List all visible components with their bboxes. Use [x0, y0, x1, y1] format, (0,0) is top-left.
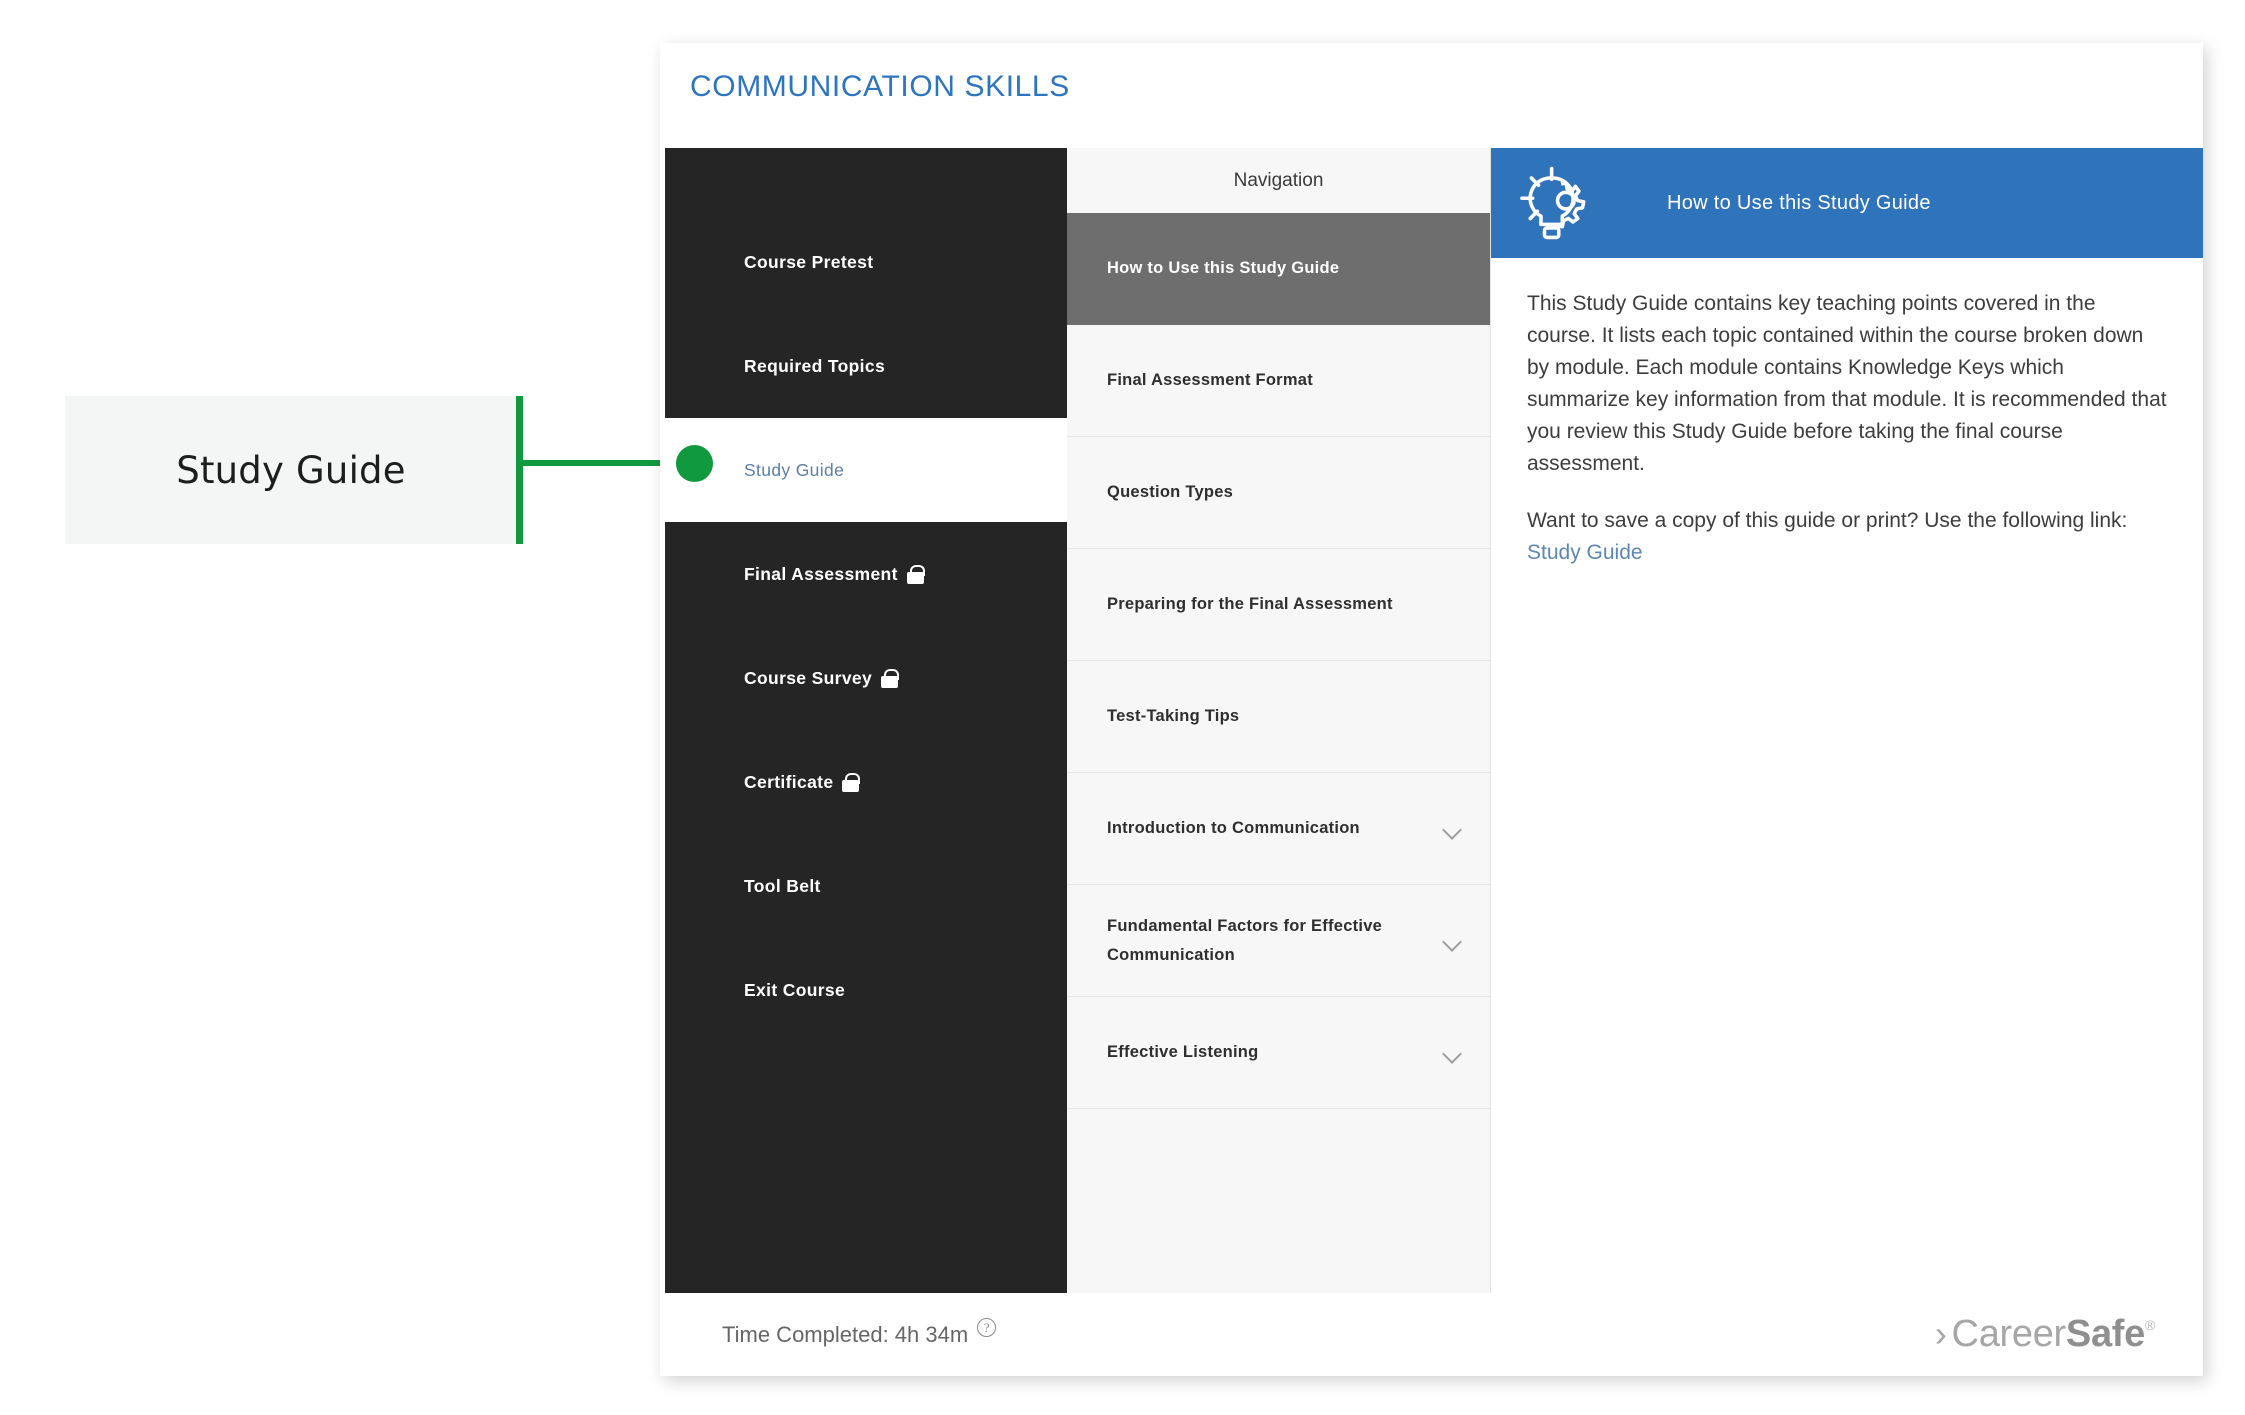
- sidebar-item-label: Certificate: [744, 771, 834, 792]
- content-paragraph-2-text: Want to save a copy of this guide or pri…: [1527, 509, 2128, 533]
- help-icon[interactable]: ?: [977, 1317, 997, 1337]
- sidebar-item-label: Exit Course: [744, 979, 846, 1000]
- course-window: COMMUNICATION SKILLS Course Pretest Requ…: [660, 43, 2203, 1376]
- content-header-title: How to Use this Study Guide: [1667, 191, 1931, 214]
- nav-item-label: Question Types: [1107, 483, 1234, 502]
- content-paragraph-1: This Study Guide contains key teaching p…: [1527, 292, 2167, 475]
- annotation-label: Study Guide: [176, 448, 406, 492]
- time-completed: Time Completed: 4h 34m ?: [722, 1317, 997, 1348]
- lightbulb-gear-icon: [1520, 166, 1586, 240]
- nav-item-final-assessment-format[interactable]: Final Assessment Format: [1067, 325, 1490, 437]
- sidebar-item-study-guide[interactable]: Study Guide: [665, 418, 1067, 522]
- sidebar-item-final-assessment[interactable]: Final Assessment: [665, 522, 1067, 626]
- lock-icon: [881, 668, 900, 688]
- chevron-down-icon[interactable]: [1442, 818, 1464, 840]
- logo-career-text: Career: [1951, 1313, 2067, 1355]
- nav-item-test-taking-tips[interactable]: Test-Taking Tips: [1067, 661, 1490, 773]
- nav-item-how-to-use-this-study-guide[interactable]: How to Use this Study Guide: [1067, 213, 1490, 325]
- nav-item-label: Preparing for the Final Assessment: [1107, 595, 1393, 614]
- chevron-down-icon[interactable]: [1442, 930, 1464, 952]
- annotation-target-dot: [676, 445, 713, 482]
- time-completed-label: Time Completed: 4h 34m: [722, 1321, 969, 1347]
- logo-safe-text: Safe: [2065, 1313, 2145, 1355]
- content-paragraph-2: Want to save a copy of this guide or pri…: [1527, 505, 2167, 569]
- sidebar-item-label: Course Pretest: [744, 251, 874, 272]
- sidebar-item-certificate[interactable]: Certificate: [665, 730, 1067, 834]
- content-body: This Study Guide contains key teaching p…: [1491, 258, 2203, 569]
- nav-item-label: Test-Taking Tips: [1107, 707, 1240, 726]
- nav-item-label: Effective Listening: [1107, 1043, 1259, 1062]
- careersafe-logo: › Career Safe ®: [1935, 1313, 2155, 1356]
- study-guide-link[interactable]: Study Guide: [1527, 541, 1643, 564]
- nav-item-label: Introduction to Communication: [1107, 819, 1360, 838]
- sidebar-item-exit-course[interactable]: Exit Course: [665, 938, 1067, 1042]
- main-body: Course Pretest Required Topics Study Gui…: [665, 148, 2203, 1293]
- navigation-header: Navigation: [1067, 148, 1490, 213]
- sidebar-item-required-topics[interactable]: Required Topics: [665, 314, 1067, 418]
- nav-item-label: How to Use this Study Guide: [1107, 259, 1340, 278]
- chevron-down-icon[interactable]: [1442, 1042, 1464, 1064]
- sidebar-item-label: Tool Belt: [744, 875, 821, 896]
- nav-item-fundamental-factors-for-effective-communication[interactable]: Fundamental Factors for Effective Commun…: [1067, 885, 1490, 997]
- nav-item-effective-listening[interactable]: Effective Listening: [1067, 997, 1490, 1109]
- annotation-bar: [516, 396, 523, 544]
- lock-icon: [906, 564, 925, 584]
- navigation-panel: Navigation How to Use this Study Guide F…: [1067, 148, 1491, 1293]
- sidebar-item-label: Course Survey: [744, 667, 873, 688]
- course-sidebar: Course Pretest Required Topics Study Gui…: [665, 148, 1067, 1293]
- nav-item-preparing-for-the-final-assessment[interactable]: Preparing for the Final Assessment: [1067, 549, 1490, 661]
- sidebar-item-course-survey[interactable]: Course Survey: [665, 626, 1067, 730]
- logo-registered-mark: ®: [2144, 1317, 2155, 1333]
- content-header: How to Use this Study Guide: [1491, 148, 2203, 258]
- content-panel: How to Use this Study Guide This Study G…: [1491, 148, 2203, 1293]
- nav-item-introduction-to-communication[interactable]: Introduction to Communication: [1067, 773, 1490, 885]
- nav-item-label: Fundamental Factors for Effective Commun…: [1107, 916, 1383, 964]
- chevron-right-icon: ›: [1934, 1313, 1947, 1354]
- sidebar-item-label: Final Assessment: [744, 563, 898, 584]
- sidebar-item-label: Study Guide: [744, 459, 845, 480]
- nav-item-question-types[interactable]: Question Types: [1067, 437, 1490, 549]
- course-footer: Time Completed: 4h 34m ? › Career Safe ®: [660, 1293, 2203, 1376]
- sidebar-item-tool-belt[interactable]: Tool Belt: [665, 834, 1067, 938]
- page-title: COMMUNICATION SKILLS: [690, 70, 1070, 103]
- sidebar-item-label: Required Topics: [744, 355, 886, 376]
- annotation-callout: Study Guide: [65, 396, 517, 544]
- nav-item-label: Final Assessment Format: [1107, 371, 1313, 390]
- lock-icon: [842, 772, 861, 792]
- sidebar-item-course-pretest[interactable]: Course Pretest: [665, 210, 1067, 314]
